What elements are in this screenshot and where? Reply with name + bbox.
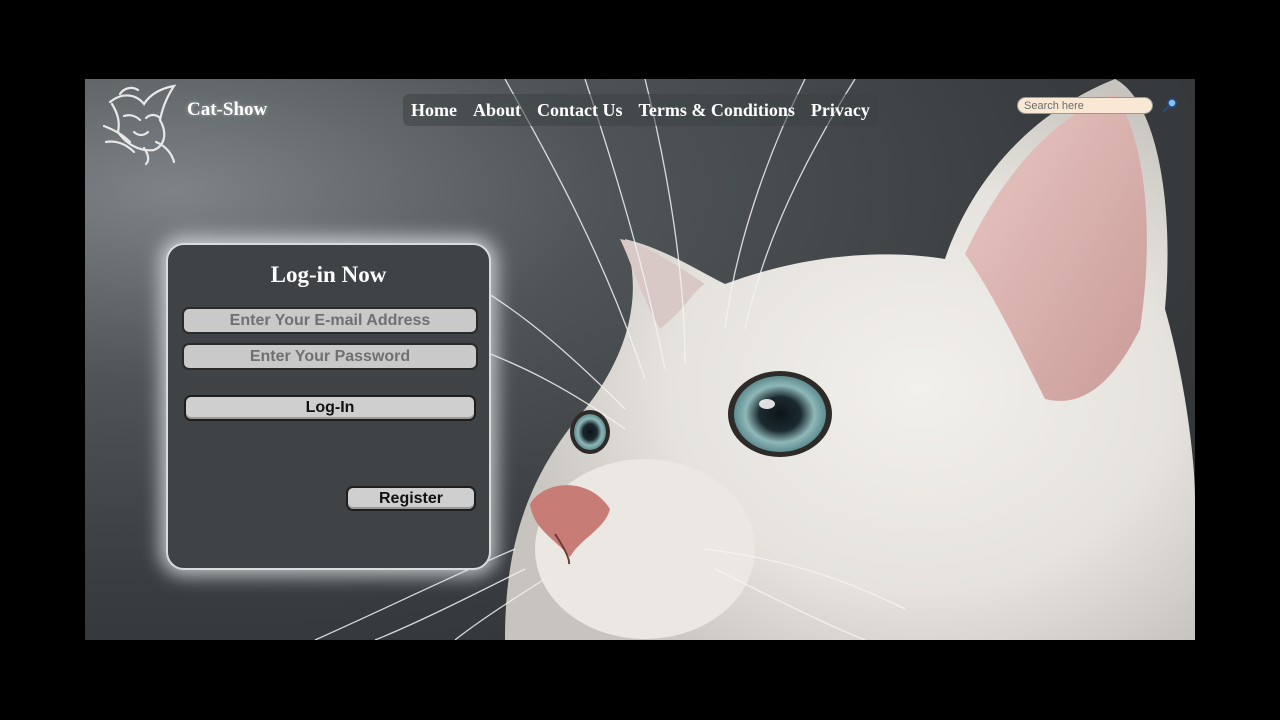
search-input[interactable]: [1017, 97, 1153, 114]
magnifier-icon[interactable]: [1162, 97, 1178, 113]
register-button[interactable]: Register: [346, 486, 476, 511]
email-field[interactable]: [182, 307, 478, 334]
hero-frame: Cat-Show Home About Contact Us Terms & C…: [85, 79, 1195, 640]
main-nav: Home About Contact Us Terms & Conditions…: [403, 94, 878, 126]
nav-privacy[interactable]: Privacy: [811, 100, 870, 121]
nav-terms-conditions[interactable]: Terms & Conditions: [639, 100, 795, 121]
login-panel: Log-in Now Log-In Register: [166, 243, 491, 570]
cat-head-logo-icon[interactable]: [100, 82, 182, 166]
brand-name[interactable]: Cat-Show: [187, 99, 267, 121]
nav-home[interactable]: Home: [411, 100, 457, 121]
login-button[interactable]: Log-In: [184, 395, 476, 421]
login-title: Log-in Now: [270, 262, 387, 287]
password-field[interactable]: [182, 343, 478, 370]
nav-about[interactable]: About: [473, 100, 521, 121]
nav-contact-us[interactable]: Contact Us: [537, 100, 623, 121]
